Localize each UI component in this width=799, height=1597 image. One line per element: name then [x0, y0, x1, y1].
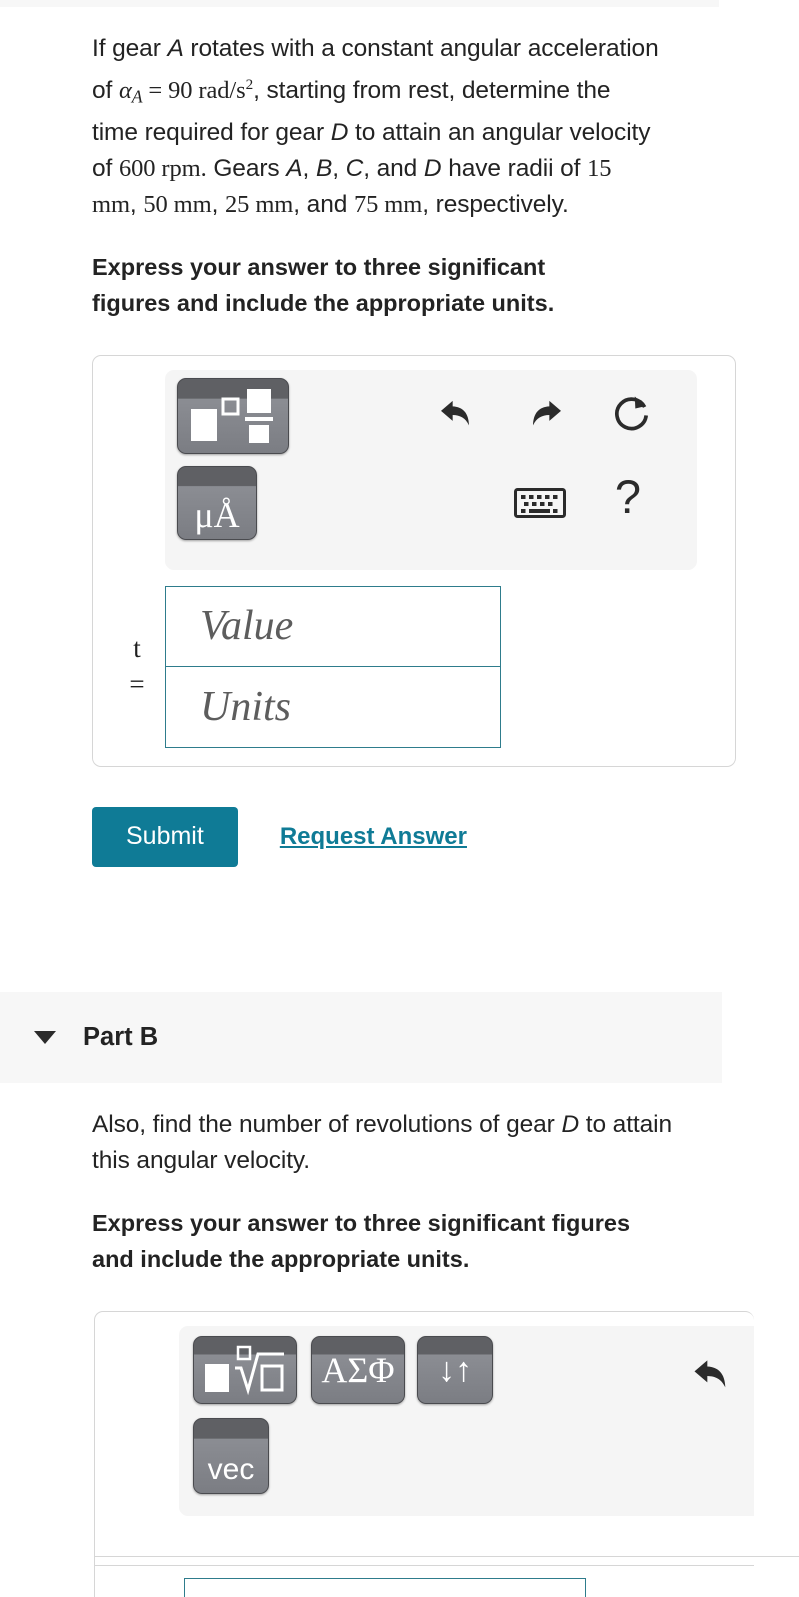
question-page: If gear A rotates with a constant angula…: [0, 0, 799, 1597]
equals-sign: =: [129, 668, 145, 699]
radius-c: 25 mm: [225, 190, 294, 218]
acceleration-unit: s: [236, 77, 246, 105]
equals-symbol: =: [148, 77, 163, 105]
part-a-answer-entry: t = Value Units: [93, 585, 735, 748]
units-palette-label: μÅ: [194, 494, 240, 535]
problem-text-5: Gears: [213, 154, 287, 182]
partb-gear-d-label: D: [561, 1111, 580, 1138]
greek-letters-label: ΑΣΦ: [321, 1350, 395, 1390]
help-icon[interactable]: ?: [605, 470, 651, 524]
part-b-title: Part B: [83, 1023, 159, 1051]
gear-d-label-2: D: [423, 154, 442, 182]
gear-a-label: A: [167, 35, 184, 62]
greek-letters-button[interactable]: ΑΣΦ: [311, 1336, 405, 1404]
sep-2: ,: [332, 154, 346, 182]
radius-d: 75 mm: [353, 190, 423, 218]
radical-palette-button[interactable]: [193, 1336, 297, 1404]
problem-text-6: have radii of: [441, 154, 588, 182]
part-b-problem-statement: Also, find the number of revolutions of …: [92, 1107, 680, 1179]
part-b-panel-left-edge: [94, 1338, 95, 1597]
redo-icon[interactable]: [523, 392, 569, 438]
partb-text-1: Also, find the number of revolutions of …: [92, 1111, 562, 1138]
part-b-undo-icon[interactable]: [689, 1354, 735, 1400]
template-palette-icon: [191, 388, 273, 443]
radius-b: 50 mm: [143, 190, 212, 218]
sep-6: , and: [293, 190, 354, 218]
submit-button[interactable]: Submit: [92, 806, 238, 867]
part-b-header[interactable]: Part B: [0, 992, 722, 1083]
part-a-body: If gear A rotates with a constant angula…: [0, 7, 736, 867]
previous-section-edge: [0, 0, 719, 7]
part-b-body: Also, find the number of revolutions of …: [0, 1083, 754, 1566]
value-input[interactable]: Value: [165, 585, 501, 667]
updown-arrows-button[interactable]: ↓↑: [417, 1336, 493, 1404]
gear-a-label-2: A: [286, 154, 303, 182]
gear-d-label: D: [330, 118, 349, 146]
help-label: ?: [614, 470, 642, 524]
units-placeholder: Units: [200, 683, 292, 730]
part-b-value-input[interactable]: [184, 1578, 586, 1597]
undo-icon[interactable]: [433, 392, 479, 438]
updown-arrows-label: ↓↑: [438, 1350, 472, 1389]
sep-4: ,: [129, 190, 144, 218]
omega-value: 600 rpm.: [118, 154, 207, 182]
request-answer-link[interactable]: Request Answer: [280, 823, 467, 851]
part-b-instruction: Express your answer to three significant…: [92, 1210, 631, 1272]
units-palette-button[interactable]: μÅ: [177, 465, 257, 540]
sep-5: ,: [211, 190, 226, 218]
alpha-symbol: α: [118, 77, 132, 105]
answer-variable-label: t =: [117, 630, 157, 702]
keyboard-icon[interactable]: [513, 483, 567, 523]
part-b-panel-divider: [94, 1556, 799, 1557]
value-placeholder: Value: [200, 603, 294, 650]
acceleration-value: 90 rad: [168, 77, 230, 105]
gear-b-label: B: [315, 154, 333, 182]
part-a-math-toolbar: μÅ ?: [165, 369, 697, 570]
part-a-action-row: Submit Request Answer: [92, 806, 719, 867]
reset-icon[interactable]: [609, 390, 655, 436]
part-a-answer-panel: μÅ ? t = Value Units: [92, 354, 736, 767]
radical-palette-icon: [205, 1345, 284, 1396]
gear-c-label: C: [345, 154, 364, 182]
sep-3: , and: [363, 154, 424, 182]
acceleration-exponent: 2: [245, 76, 254, 93]
variable-t: t: [133, 632, 141, 663]
alpha-subscript: A: [131, 86, 143, 107]
units-input[interactable]: Units: [165, 666, 501, 748]
problem-text-1: If gear: [92, 35, 168, 62]
part-a-instruction: Express your answer to three significant…: [92, 253, 555, 316]
sep-1: ,: [302, 154, 316, 182]
vector-label: vec: [207, 1453, 255, 1486]
part-b-answer-panel: ΑΣΦ ↓↑ vec: [94, 1311, 754, 1566]
problem-text-7: , respectively.: [422, 190, 569, 218]
part-b-math-toolbar: ΑΣΦ ↓↑ vec: [179, 1326, 754, 1516]
collapse-caret-icon[interactable]: [34, 1031, 56, 1044]
vector-button[interactable]: vec: [193, 1418, 269, 1494]
part-a-problem-statement: If gear A rotates with a constant angula…: [92, 31, 659, 223]
template-palette-button[interactable]: [177, 377, 289, 454]
